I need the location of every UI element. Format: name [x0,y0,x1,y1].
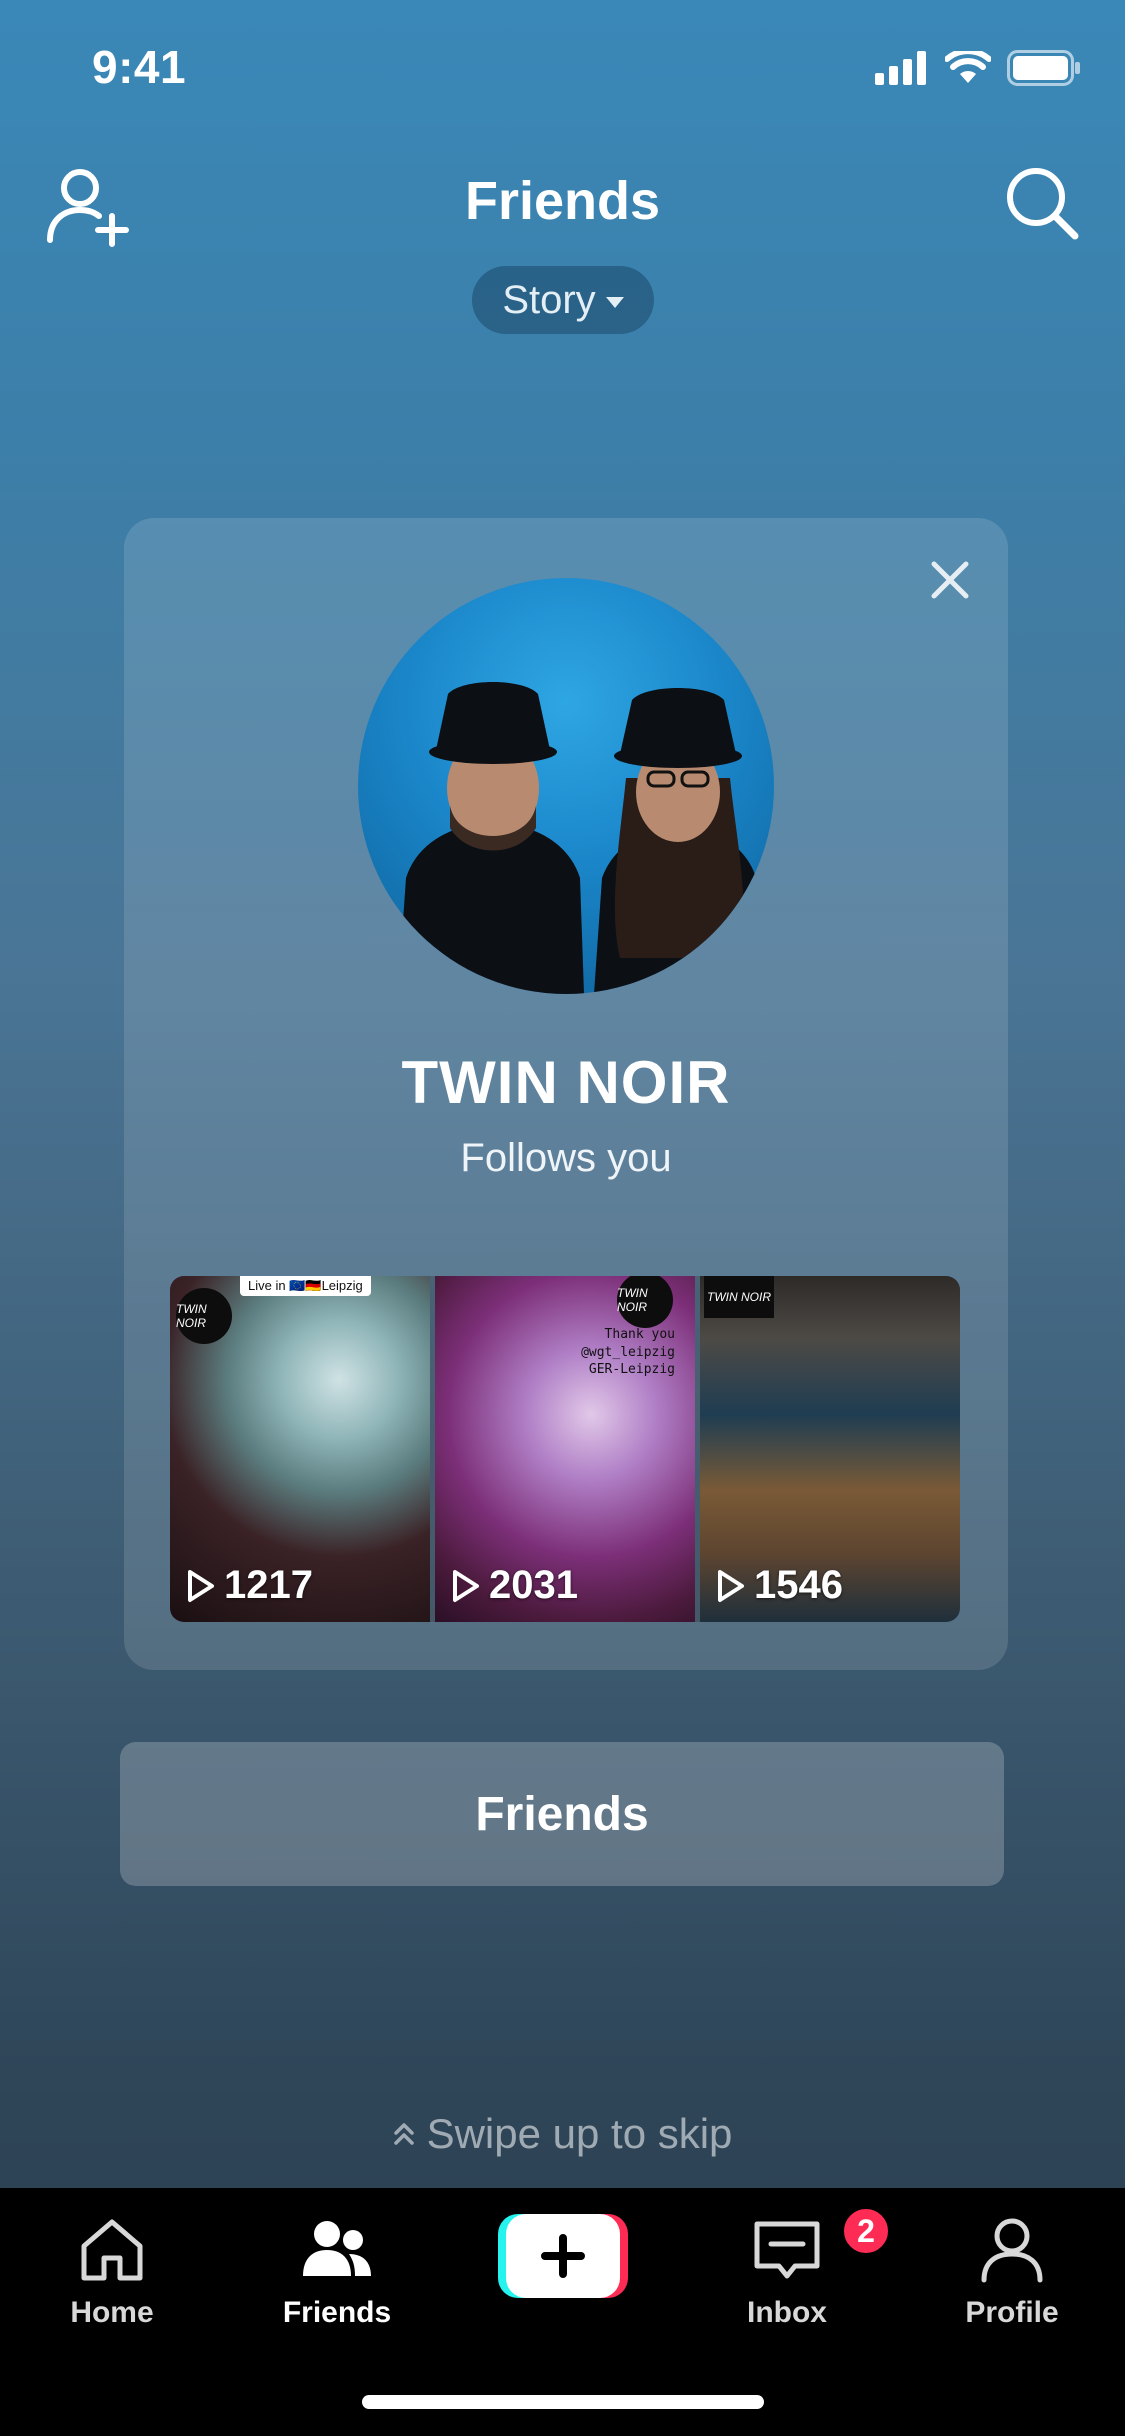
cellular-signal-icon [875,51,926,85]
home-indicator[interactable] [362,2395,764,2409]
channel-logo: TWIN NOIR [176,1288,232,1344]
home-icon [81,2219,143,2281]
friends-icon [303,2221,371,2276]
play-icon [718,1569,744,1602]
play-icon [453,1569,479,1602]
battery-icon [1007,50,1080,86]
status-bar: 9:41 [0,0,1125,140]
avatar[interactable] [358,578,774,994]
create-plus-icon[interactable] [498,2214,628,2298]
story-filter-dropdown[interactable]: Story [472,266,654,334]
close-icon[interactable] [928,558,972,602]
swipe-up-hint: Swipe up to skip [0,2110,1125,2158]
video-preview-strip: TWIN NOIR Live in 🇪🇺🇩🇪Leipzig 1217 TWIN … [170,1276,960,1622]
double-chevron-up-icon [393,2123,414,2145]
profile-name[interactable]: TWIN NOIR [124,1048,1008,1117]
view-count: 1546 [716,1563,843,1608]
status-time: 9:41 [92,41,187,93]
top-bar: Friends [0,150,1125,260]
tab-home[interactable]: Home [27,2212,197,2330]
view-count: 2031 [451,1563,578,1608]
tab-profile-label: Profile [965,2296,1059,2329]
inbox-icon [754,2221,820,2279]
tab-profile[interactable]: Profile [927,2212,1097,2330]
page-title: Friends [464,171,661,231]
friend-suggestion-card: TWIN NOIR Follows you TWIN NOIR Live in … [124,518,1008,1670]
tab-home-label: Home [70,2296,154,2329]
wifi-icon [945,51,991,83]
video-thumbnail[interactable]: TWIN NOIR 1546 [700,1276,960,1622]
view-count: 1217 [186,1563,313,1608]
tab-inbox-label: Inbox [747,2296,827,2329]
search-icon[interactable] [1001,162,1081,242]
swipe-hint-label: Swipe up to skip [426,2110,733,2157]
tab-friends-label: Friends [282,2296,392,2329]
channel-logo: TWIN NOIR [704,1276,774,1318]
video-thumbnail[interactable]: TWIN NOIR Thank you @wgt_leipzig GER-Lei… [435,1276,695,1622]
tab-friends[interactable]: Friends [252,2212,422,2330]
story-filter-label: Story [502,277,596,322]
play-icon [188,1569,214,1602]
status-icons [875,50,1081,86]
follows-you-label: Follows you [460,1136,672,1180]
video-caption: Thank you @wgt_leipzig GER-Leipzig [581,1327,675,1378]
video-thumbnail[interactable]: TWIN NOIR Live in 🇪🇺🇩🇪Leipzig 1217 [170,1276,430,1622]
profile-icon [981,2218,1043,2283]
tab-inbox[interactable]: 2 Inbox [702,2206,891,2330]
friends-button[interactable]: Friends [120,1742,1004,1886]
live-location-tag: Live in 🇪🇺🇩🇪Leipzig [240,1276,371,1296]
caret-down-icon [605,296,624,308]
notification-badge: 2 [841,2206,891,2256]
channel-logo: TWIN NOIR [617,1276,673,1328]
